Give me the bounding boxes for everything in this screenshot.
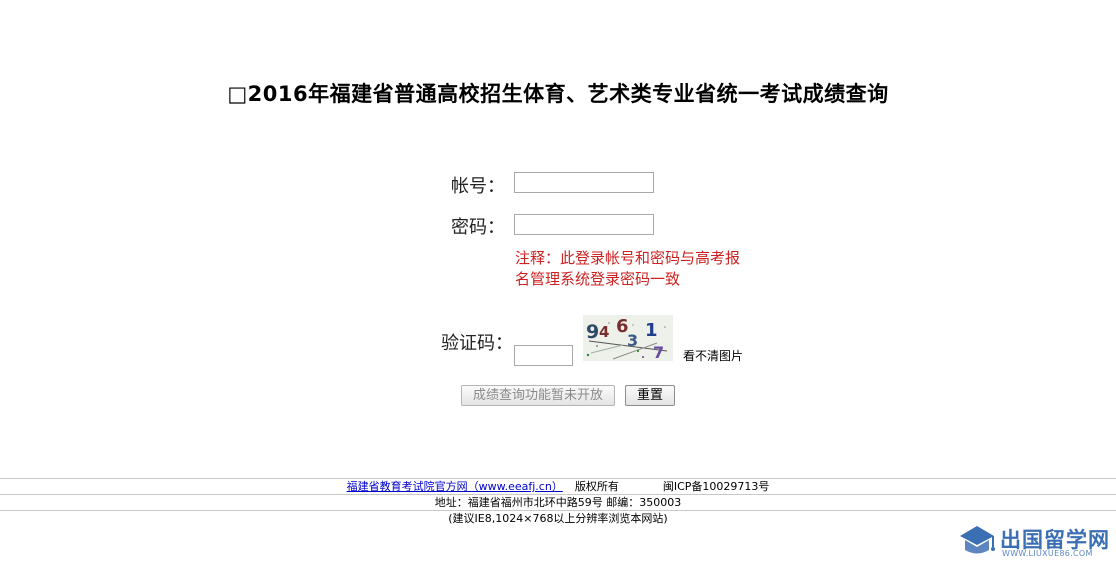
captcha-label: 验证码：: [441, 333, 513, 354]
address-text: 地址：福建省福州市北环中路59号 邮编：350003: [434, 496, 682, 509]
copyright-text: 版权所有: [574, 480, 619, 493]
page-title: □2016年福建省普通高校招生体育、艺术类专业省统一考试成绩查询: [227, 82, 889, 106]
official-site-link[interactable]: 福建省教育考试院官方网（www.eeafj.cn）: [347, 480, 563, 493]
captcha-image: 9 4 6 3 1 7: [583, 315, 673, 361]
login-page: □2016年福建省普通高校招生体育、艺术类专业省统一考试成绩查询 帐号： 密码：…: [0, 0, 1116, 564]
footer: 福建省教育考试院官方网（www.eeafj.cn） 版权所有 闽ICP备100297…: [0, 478, 1116, 526]
account-input[interactable]: [514, 172, 654, 193]
watermark-url: WWW.LIUXUE86.COM: [1002, 549, 1093, 558]
query-score-button[interactable]: 成绩查询功能暂未开放: [461, 385, 615, 406]
svg-text:9: 9: [586, 321, 599, 343]
captcha-input[interactable]: [514, 345, 573, 366]
reset-button[interactable]: 重置: [625, 385, 675, 406]
password-label: 密码：: [451, 217, 505, 238]
footer-line-1: 福建省教育考试院官方网（www.eeafj.cn） 版权所有 闽ICP备100297…: [0, 479, 1116, 494]
svg-text:4: 4: [599, 323, 609, 341]
svg-text:7: 7: [653, 343, 664, 361]
svg-text:3: 3: [627, 331, 638, 350]
svg-text:1: 1: [645, 320, 658, 341]
captcha-graphic: 9 4 6 3 1 7: [583, 315, 673, 361]
browser-hint-text: (建议IE8,1024×768以上分辨率浏览本网站): [448, 512, 668, 525]
password-input[interactable]: [514, 214, 654, 235]
refresh-captcha-link[interactable]: 看不清图片: [683, 347, 743, 364]
account-label: 帐号：: [451, 176, 505, 197]
watermark-logo: 出国留学网 WWW.LIUXUE86.COM: [956, 522, 1112, 560]
login-note: 注释：此登录帐号和密码与高考报名管理系统登录密码一致: [515, 249, 741, 288]
icp-text: 闽ICP备10029713号: [662, 480, 770, 493]
graduation-cap-icon: [960, 526, 995, 554]
